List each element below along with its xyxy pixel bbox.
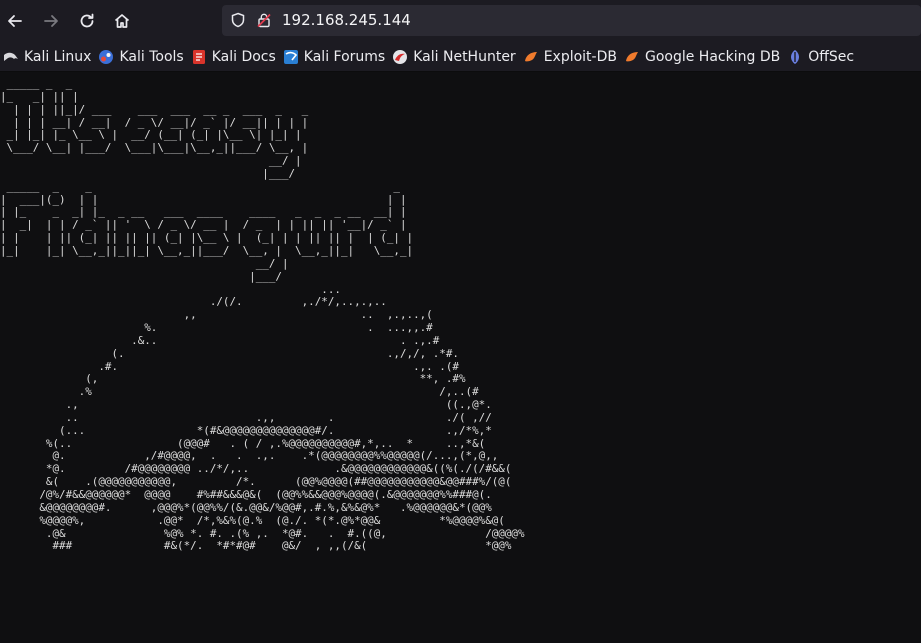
bookmark-label: Kali Docs xyxy=(211,48,276,65)
kali-docs-icon xyxy=(192,49,205,64)
offsec-icon xyxy=(791,49,800,64)
home-button[interactable] xyxy=(109,8,135,34)
bookmark-label: Google Hacking DB xyxy=(644,48,781,65)
arrow-left-icon xyxy=(8,15,22,27)
bookmark-label: Kali NetHunter xyxy=(413,48,516,65)
bookmark-label: Kali Linux xyxy=(24,48,92,65)
bookmark-google-hacking-db[interactable]: Google Hacking DB xyxy=(621,42,784,71)
reload-button[interactable] xyxy=(74,8,100,34)
insecure-lock-icon[interactable] xyxy=(256,12,272,28)
reload-icon xyxy=(80,13,94,28)
bookmark-label: Exploit-DB xyxy=(543,48,617,65)
page-content: _____ _ _ |_ _| || | | | | ||_|/ ___ ___… xyxy=(0,72,921,643)
bookmarks-bar: Kali Linux Kali Tools Kali Docs Kali For… xyxy=(0,42,921,72)
bookmark-kali-linux[interactable]: Kali Linux xyxy=(0,42,95,71)
home-icon xyxy=(114,14,130,28)
bookmark-label: Kali Tools xyxy=(119,48,184,65)
back-button[interactable] xyxy=(2,8,28,34)
bookmark-kali-forums[interactable]: Kali Forums xyxy=(280,42,389,71)
kali-forums-icon xyxy=(283,49,298,64)
ascii-art: _____ _ _ |_ _| || | | | | ||_|/ ___ ___… xyxy=(0,77,525,553)
kali-tools-icon xyxy=(99,49,114,64)
bookmark-label: Kali Forums xyxy=(303,48,386,65)
browser-toolbar: 192.168.245.144 xyxy=(0,0,921,42)
bookmark-offsec[interactable]: OffSec xyxy=(784,42,858,71)
google-hacking-db-icon xyxy=(625,51,638,61)
forward-button[interactable] xyxy=(38,8,64,34)
arrow-right-icon xyxy=(44,15,58,27)
bookmark-label: OffSec xyxy=(808,48,855,65)
bookmark-exploit-db[interactable]: Exploit-DB xyxy=(520,42,621,71)
exploit-db-icon xyxy=(524,51,537,61)
url-text[interactable]: 192.168.245.144 xyxy=(282,11,411,29)
bookmark-kali-docs[interactable]: Kali Docs xyxy=(188,42,280,71)
kali-dragon-icon xyxy=(4,52,18,61)
kali-nethunter-icon xyxy=(393,49,408,64)
url-bar[interactable]: 192.168.245.144 xyxy=(222,5,921,36)
bookmark-kali-nethunter[interactable]: Kali NetHunter xyxy=(389,42,519,71)
bookmark-kali-tools[interactable]: Kali Tools xyxy=(95,42,187,71)
shield-icon[interactable] xyxy=(230,12,246,28)
